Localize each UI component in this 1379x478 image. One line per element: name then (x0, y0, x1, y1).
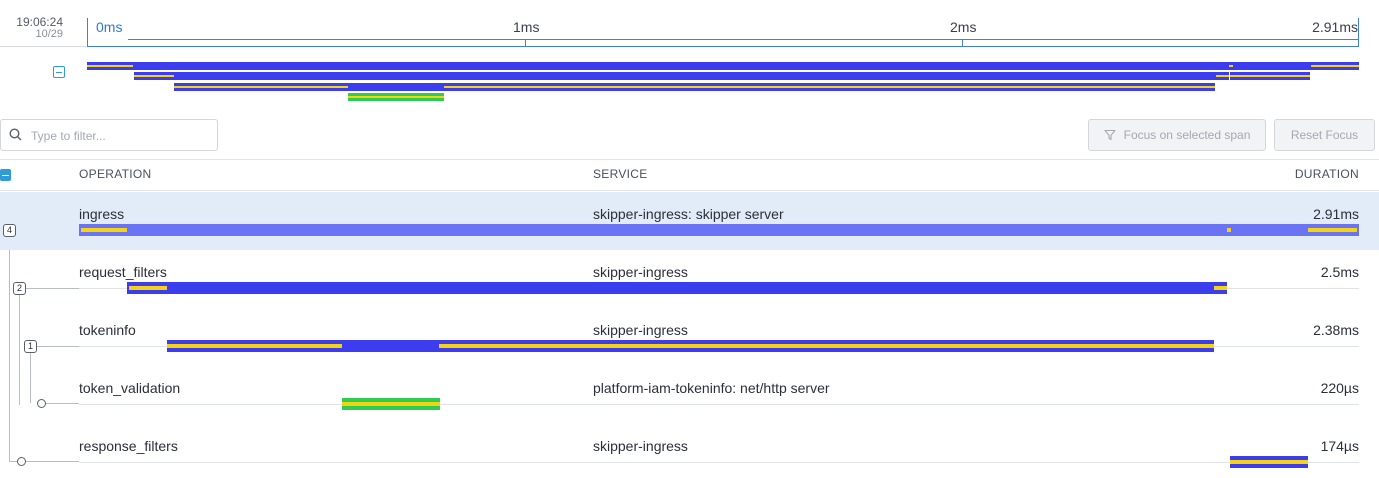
span-bar (167, 340, 1214, 352)
focus-selected-span-button[interactable]: Focus on selected span (1088, 119, 1266, 151)
trace-minimap[interactable] (87, 62, 1359, 106)
span-service: skipper-ingress: skipper server (593, 206, 784, 222)
axis-tick (962, 39, 963, 46)
collapse-all-icon[interactable] (0, 169, 11, 181)
span-bar (79, 224, 1359, 236)
span-operation: tokeninfo (79, 322, 136, 338)
span-bar (1230, 456, 1308, 468)
header-divider (0, 46, 86, 47)
span-operation: ingress (79, 206, 125, 222)
span-service: skipper-ingress (593, 264, 688, 280)
reset-focus-label: Reset Focus (1290, 128, 1359, 142)
span-bar (342, 398, 440, 410)
minimap-span-response-filters (1230, 72, 1310, 80)
trace-time: 19:06:24 (16, 15, 63, 29)
span-service: skipper-ingress (593, 322, 688, 338)
span-duration: 2.38ms (1313, 322, 1359, 338)
axis-tick-label-end: 2.91ms (1312, 19, 1358, 35)
row-baseline (79, 404, 1359, 405)
table-row[interactable]: token_validation platform-iam-tokeninfo:… (0, 366, 1379, 424)
trace-date: 10/29 (35, 28, 63, 40)
span-duration: 2.5ms (1320, 264, 1359, 280)
search-icon (9, 128, 22, 141)
filter-input[interactable] (31, 126, 211, 146)
children-count-badge[interactable]: 2 (13, 282, 26, 295)
axis-tick (525, 39, 526, 46)
table-row[interactable]: response_filters skipper-ingress 174µs (0, 424, 1379, 478)
axis-tick-label-1ms: 1ms (513, 19, 540, 35)
minimap-span-token-validation (348, 93, 444, 101)
row-baseline (79, 462, 1359, 463)
table-row[interactable]: ingress skipper-ingress: skipper server … (0, 192, 1379, 250)
children-count-badge[interactable]: 4 (3, 224, 16, 237)
collapse-minimap-icon[interactable] (53, 66, 65, 78)
span-service: platform-iam-tokeninfo: net/http server (593, 380, 830, 396)
span-duration: 2.91ms (1313, 206, 1359, 222)
filter-funnel-icon (1104, 129, 1116, 141)
span-operation: request_filters (79, 264, 167, 280)
span-operation: response_filters (79, 438, 178, 454)
minimap-span-request-filters (134, 72, 1229, 80)
leaf-node-icon (17, 457, 26, 466)
table-row[interactable]: tokeninfo skipper-ingress 2.38ms (0, 308, 1379, 366)
minimap-span-tokeninfo (174, 83, 1215, 91)
axis-tick-label-2ms: 2ms (950, 19, 977, 35)
time-axis[interactable]: 0ms 1ms 2ms 2.91ms (87, 18, 1359, 47)
span-duration: 174µs (1320, 438, 1359, 454)
table-row[interactable]: request_filters skipper-ingress 2.5ms (0, 250, 1379, 308)
focus-selected-span-label: Focus on selected span (1123, 128, 1251, 142)
leaf-node-icon (37, 399, 46, 408)
header-operation: OPERATION (79, 167, 152, 181)
span-table-header: OPERATION SERVICE DURATION (0, 160, 1379, 191)
span-duration: 220µs (1320, 380, 1359, 396)
minimap-span-ingress (87, 62, 1359, 70)
span-bar (127, 282, 1227, 294)
header-duration: DURATION (1294, 167, 1359, 181)
children-count-badge[interactable]: 1 (24, 340, 37, 353)
header-service: SERVICE (593, 167, 648, 181)
span-operation: token_validation (79, 380, 181, 396)
filter-box (0, 119, 218, 151)
axis-line (128, 39, 1358, 40)
span-service: skipper-ingress (593, 438, 688, 454)
reset-focus-button[interactable]: Reset Focus (1274, 119, 1375, 151)
axis-start-label: 0ms (96, 19, 123, 35)
